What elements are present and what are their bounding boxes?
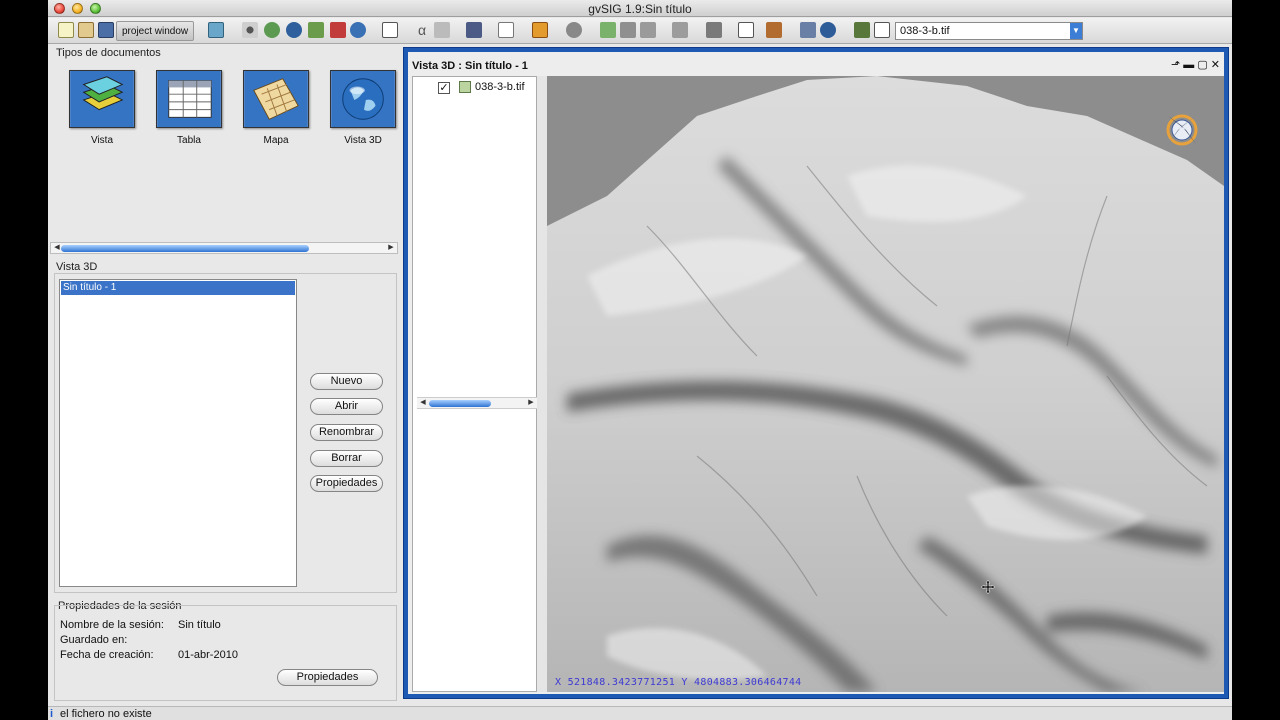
layout-icon[interactable] — [706, 22, 722, 38]
session-properties-button[interactable]: Propiedades — [277, 669, 378, 686]
title-bar: gvSIG 1.9:Sin título — [48, 0, 1232, 17]
layers-icon[interactable] — [854, 22, 870, 38]
open-project-icon[interactable] — [78, 22, 94, 38]
session-created-label: Fecha de creación: — [60, 649, 154, 661]
doc-type-label: Vista 3D — [344, 135, 382, 146]
gvsig-window: gvSIG 1.9:Sin título project window α 03… — [48, 0, 1232, 720]
scroll-left-icon[interactable]: ◀ — [418, 398, 428, 408]
save-project-icon[interactable] — [98, 22, 114, 38]
session-name-label: Nombre de la sesión: — [60, 619, 164, 631]
doc-type-label: Vista — [90, 135, 114, 146]
zoom-icon[interactable] — [286, 22, 302, 38]
scrollbar-thumb[interactable] — [61, 245, 309, 252]
mapa-icon — [243, 70, 309, 128]
doc-type-label: Tabla — [177, 135, 201, 146]
scroll-right-icon[interactable]: ▶ — [526, 398, 536, 408]
doc-type-label: Mapa — [263, 135, 289, 146]
project-window-button[interactable]: project window — [116, 21, 195, 41]
zoom-extent-icon[interactable] — [308, 22, 324, 38]
close-icon[interactable]: ✕ — [1211, 59, 1220, 71]
vista-icon — [69, 70, 135, 128]
borrar-button[interactable]: Borrar — [310, 450, 383, 467]
pin-icon[interactable]: ⬏ — [1171, 59, 1180, 71]
project-manager: Tipos de documentos Vista Tabla Mapa Vis… — [50, 46, 398, 706]
info-icon: i — [50, 708, 54, 720]
globe-pan-icon[interactable] — [264, 22, 280, 38]
compass-icon[interactable] — [1160, 108, 1204, 152]
vista3d-title: Vista 3D — [56, 261, 98, 273]
status-bar: i el fichero no existe — [48, 706, 1232, 720]
view-3d-window: Vista 3D : Sin título - 1 ⬏ ▬ ▢ ✕ ✓ 038-… — [403, 47, 1229, 699]
sphere-icon[interactable] — [350, 22, 366, 38]
alpha-icon[interactable]: α — [414, 22, 430, 38]
minimize-icon[interactable]: ▬ — [1183, 59, 1194, 71]
vista3d-list[interactable]: Sin título - 1 — [59, 279, 297, 587]
pan-icon[interactable] — [242, 22, 258, 38]
settings-icon[interactable] — [620, 22, 636, 38]
table-icon[interactable] — [382, 22, 398, 38]
doc-types-title: Tipos de documentos — [56, 47, 161, 59]
list-icon[interactable] — [874, 22, 890, 38]
doc-type-vista[interactable]: Vista — [68, 70, 136, 146]
zoom-icon[interactable] — [820, 22, 836, 38]
window-title: gvSIG 1.9:Sin título — [588, 2, 692, 16]
raster-layer-icon — [459, 81, 471, 93]
doc-type-mapa[interactable]: Mapa — [242, 70, 310, 146]
session-saved-label: Guardado en: — [60, 634, 128, 646]
splitter-handle[interactable] — [537, 76, 547, 692]
abrir-button[interactable]: Abrir — [310, 398, 383, 415]
session-name-value: Sin título — [178, 619, 221, 631]
fullscreen-icon[interactable] — [498, 22, 514, 38]
renombrar-button[interactable]: Renombrar — [310, 424, 383, 441]
scrollbar-thumb[interactable] — [429, 400, 491, 407]
doc-type-tabla[interactable]: Tabla — [155, 70, 223, 146]
export-icon[interactable] — [532, 22, 548, 38]
layer-selector-value: 038-3-b.tif — [900, 25, 950, 37]
session-created-value: 01-abr-2010 — [178, 649, 238, 661]
globe-3d-viewport[interactable]: X 521848.3423771251 Y 4804883.306464744 — [547, 76, 1224, 692]
new-project-icon[interactable] — [58, 22, 74, 38]
view-title: Vista 3D : Sin título - 1 — [412, 60, 528, 72]
tabla-icon — [156, 70, 222, 128]
list-item[interactable]: Sin título - 1 — [61, 281, 295, 295]
layer-selector[interactable]: 038-3-b.tif ▼ — [895, 22, 1083, 40]
chevron-down-icon[interactable]: ▼ — [1070, 23, 1082, 39]
coordinate-readout: X 521848.3423771251 Y 4804883.306464744 — [555, 677, 802, 688]
monitor-icon[interactable] — [466, 22, 482, 38]
clear-icon[interactable] — [434, 22, 450, 38]
status-message: el fichero no existe — [60, 708, 152, 720]
main-toolbar: project window α 038-3-b.tif ▼ — [48, 18, 1232, 44]
layer-name[interactable]: 038-3-b.tif — [475, 81, 525, 93]
terrain-render — [547, 76, 1224, 692]
circle-icon[interactable] — [566, 22, 582, 38]
tools-icon[interactable] — [738, 22, 754, 38]
doc-type-vista-3d[interactable]: Vista 3D — [329, 70, 397, 146]
animation-icon[interactable] — [600, 22, 616, 38]
print-icon[interactable] — [766, 22, 782, 38]
image-icon[interactable] — [672, 22, 688, 38]
move-cursor-icon — [981, 580, 995, 594]
view-window-controls: ⬏ ▬ ▢ ✕ — [1171, 58, 1220, 71]
doc-types-scrollbar[interactable]: ◀ ▶ — [50, 242, 398, 254]
search-icon[interactable] — [800, 22, 816, 38]
remove-icon[interactable] — [330, 22, 346, 38]
add-layer-icon[interactable] — [208, 22, 224, 38]
vista-3d-icon — [330, 70, 396, 128]
maximize-icon[interactable]: ▢ — [1197, 59, 1207, 71]
nuevo-button[interactable]: Nuevo — [310, 373, 383, 390]
view-3d-content: Vista 3D : Sin título - 1 ⬏ ▬ ▢ ✕ ✓ 038-… — [408, 52, 1224, 694]
scroll-right-icon[interactable]: ▶ — [386, 243, 396, 253]
preferences-icon[interactable] — [640, 22, 656, 38]
toc-scrollbar[interactable]: ◀ ▶ — [417, 397, 537, 409]
propiedades-button[interactable]: Propiedades — [310, 475, 383, 492]
layer-toc: ✓ 038-3-b.tif ◀ ▶ — [412, 76, 537, 692]
layer-visibility-checkbox[interactable]: ✓ — [438, 82, 450, 94]
